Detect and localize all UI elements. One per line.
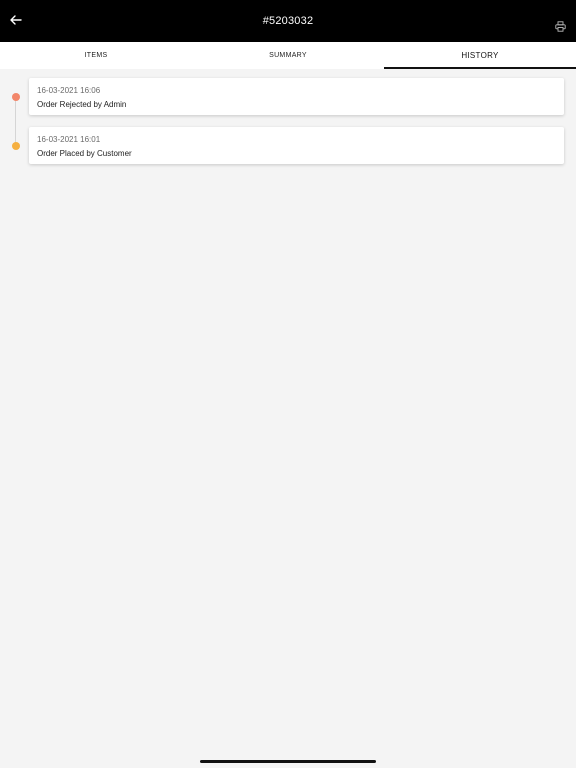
home-indicator: [200, 760, 376, 763]
history-event: Order Rejected by Admin: [37, 100, 127, 109]
history-card: 16-03-2021 16:06 Order Rejected by Admin: [29, 78, 564, 115]
tab-summary[interactable]: SUMMARY: [192, 42, 384, 69]
tab-label: HISTORY: [461, 51, 499, 60]
history-datetime: 16-03-2021 16:01: [37, 135, 101, 144]
top-bar: #5203032: [0, 0, 576, 42]
tab-bar: ITEMS SUMMARY HISTORY: [0, 42, 576, 69]
timeline-connector: [15, 96, 16, 146]
tab-history[interactable]: HISTORY: [384, 42, 576, 69]
timeline-dot: [12, 93, 20, 101]
timeline-dot: [12, 142, 20, 150]
print-button[interactable]: [552, 20, 568, 36]
tab-items[interactable]: ITEMS: [0, 42, 192, 69]
history-datetime: 16-03-2021 16:06: [37, 86, 101, 95]
app-screen: #5203032 ITEMS SUMMARY HISTORY 16-03-202…: [0, 0, 576, 768]
page-title: #5203032: [262, 15, 314, 27]
printer-icon: [554, 19, 566, 37]
tab-label: ITEMS: [84, 52, 108, 59]
history-card: 16-03-2021 16:01 Order Placed by Custome…: [29, 127, 564, 164]
history-event: Order Placed by Customer: [37, 149, 132, 158]
tab-label: SUMMARY: [269, 52, 307, 59]
